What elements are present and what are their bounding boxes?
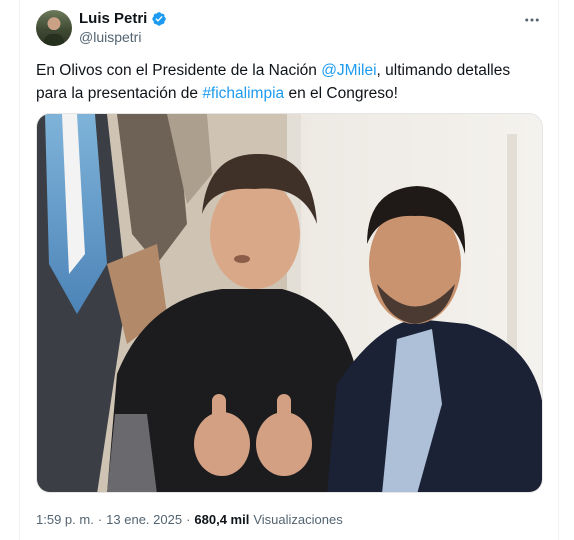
tweet-card: Luis Petri @luispetri En Olivos con el P… [19,0,559,540]
hashtag-link[interactable]: #fichalimpia [202,85,284,102]
mention-link[interactable]: @JMilei [321,62,376,79]
tweet-date[interactable]: 13 ene. 2025 [106,512,182,527]
tweet-time[interactable]: 1:59 p. m. [36,512,94,527]
author-name[interactable]: Luis Petri [79,10,147,27]
tweet-photo[interactable] [36,113,543,493]
verified-badge-icon [152,11,167,26]
avatar[interactable] [36,10,72,46]
meta-separator: · [186,512,191,527]
author-row: Luis Petri [79,10,167,27]
tweet-text: En Olivos con el Presidente de la Nación… [36,59,541,105]
tweet-text-part: En Olivos con el Presidente de la Nación [36,62,322,79]
views-label: Visualizaciones [253,512,343,527]
views-count[interactable]: 680,4 mil [194,512,249,527]
author-handle[interactable]: @luispetri [79,29,141,45]
more-horizontal-icon [525,18,539,22]
photo-image [37,114,542,492]
tweet-text-part: en el Congreso! [284,85,398,102]
tweet-metadata: 1:59 p. m. · 13 ene. 2025 · 680,4 mil Vi… [36,512,343,527]
more-options-button[interactable] [522,10,542,30]
meta-separator: · [97,512,103,527]
